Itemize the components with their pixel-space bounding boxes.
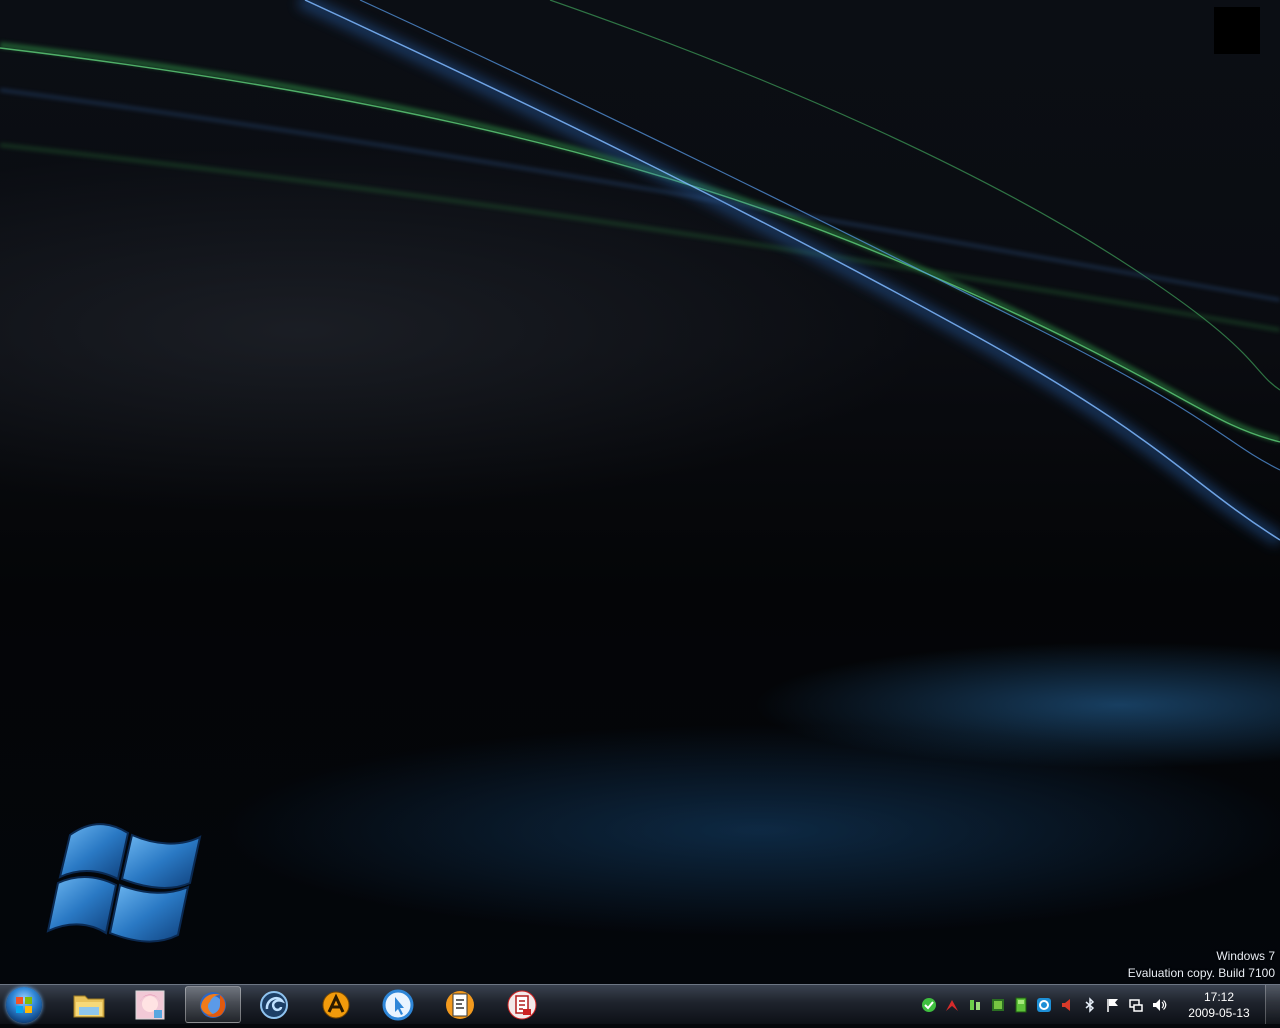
tray-item-4[interactable] (990, 997, 1006, 1013)
evaluation-watermark: Windows 7 Evaluation copy. Build 7100 (1128, 948, 1275, 982)
tray-item-8[interactable] (1082, 997, 1098, 1013)
avatar-picture-icon (135, 990, 165, 1019)
taskbar-button-anime-avatar-app[interactable] (122, 986, 178, 1023)
folder-icon (73, 995, 105, 1017)
corner-black-box (1214, 7, 1260, 54)
desktop[interactable]: Windows 7 Evaluation copy. Build 7100 (0, 0, 1280, 984)
tray-item-9[interactable] (1105, 997, 1121, 1013)
network-icon (1129, 999, 1143, 1012)
blue-circle-cursor-icon (382, 989, 414, 1020)
action-center-flag-icon (1107, 999, 1118, 1012)
red-document-icon (507, 990, 537, 1019)
watermark-build-info: Evaluation copy. Build 7100 (1127, 966, 1275, 980)
network-globe-icon (1037, 998, 1051, 1012)
tray-item-1[interactable] (921, 997, 937, 1013)
orange-a-icon (322, 991, 350, 1018)
tray-item-5[interactable] (1013, 997, 1029, 1013)
notification-area (918, 985, 1171, 1025)
windows-logo-icon (46, 823, 202, 943)
windows-orb-icon (16, 997, 32, 1013)
taskbar-button-blue-cursor-app[interactable] (370, 986, 426, 1023)
clock-time: 17:12 (1203, 990, 1235, 1004)
taskbar-button-blue-swirl-app[interactable] (246, 986, 302, 1023)
watermark-os-name: Windows 7 (1216, 949, 1275, 963)
volume-icon (1153, 999, 1167, 1011)
show-desktop-button[interactable] (1265, 985, 1280, 1024)
green-device-icon (970, 1000, 980, 1010)
clock-date: 2009-05-13 (1188, 1006, 1250, 1020)
system-clock[interactable]: 17:12 2009-05-13 (1186, 989, 1252, 1021)
tray-item-2[interactable] (944, 997, 960, 1013)
red-arrow-icon (946, 1000, 958, 1011)
green-battery-icon (1015, 997, 1027, 1013)
taskbar: 17:12 2009-05-13 (0, 984, 1280, 1024)
green-check-icon (922, 998, 936, 1012)
tray-item-6[interactable] (1036, 997, 1052, 1013)
tray-item-7[interactable] (1059, 997, 1075, 1013)
firefox-icon (200, 991, 226, 1018)
taskbar-button-explorer[interactable] (61, 986, 117, 1023)
taskbar-button-firefox[interactable] (185, 986, 241, 1023)
bluetooth-icon (1085, 997, 1095, 1013)
taskbar-button-red-document-app[interactable] (494, 986, 550, 1023)
notepad-face-icon (446, 990, 474, 1019)
start-button[interactable] (6, 987, 42, 1023)
tray-item-3[interactable] (967, 997, 983, 1013)
tray-item-10[interactable] (1128, 997, 1144, 1013)
blue-swirl-icon (260, 990, 288, 1019)
taskbar-button-notepad-app[interactable] (432, 986, 488, 1023)
green-gpu-icon (992, 999, 1004, 1011)
red-speaker-icon (1062, 999, 1070, 1011)
taskbar-button-orange-a-app[interactable] (308, 986, 364, 1023)
tray-item-11[interactable] (1151, 997, 1167, 1013)
